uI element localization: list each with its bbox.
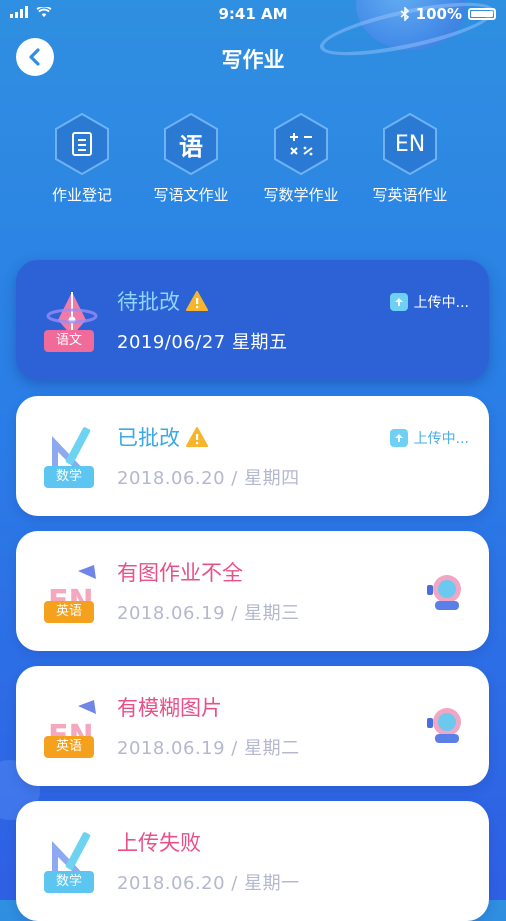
subject-badge: 数学 bbox=[44, 871, 94, 893]
homework-card[interactable]: 语文 待批改 2019/06/27 星期五 上传中... bbox=[16, 260, 489, 380]
warning-icon bbox=[186, 291, 208, 311]
card-date: 2018.06.20 / 星期四 bbox=[117, 468, 300, 489]
shortcut-label: 写英语作业 bbox=[372, 186, 448, 204]
homework-card[interactable]: 数学 已批改 2018.06.20 / 星期四 上传中... bbox=[16, 396, 489, 516]
battery-icon bbox=[468, 8, 496, 20]
homework-card[interactable]: 数学 上传失败 2018.06.20 / 星期一 bbox=[16, 801, 489, 921]
upload-status-text: 上传中... bbox=[413, 295, 469, 311]
card-title: 有模糊图片 bbox=[117, 696, 222, 720]
card-date: 2018.06.19 / 星期二 bbox=[117, 738, 300, 759]
document-icon bbox=[72, 132, 92, 156]
upload-status: 上传中... bbox=[389, 428, 469, 448]
card-date: 2019/06/27 星期五 bbox=[117, 332, 288, 353]
card-date: 2018.06.19 / 星期三 bbox=[117, 603, 300, 624]
subject-badge: 数学 bbox=[44, 466, 94, 488]
subject-badge: 英语 bbox=[44, 601, 94, 623]
card-title: 待批改 bbox=[117, 290, 180, 314]
shortcut-label: 作业登记 bbox=[51, 186, 112, 204]
shortcut-math[interactable]: 写数学作业 bbox=[241, 112, 361, 205]
subject-badge: 语文 bbox=[44, 330, 94, 352]
page-title: 写作业 bbox=[221, 48, 285, 72]
homework-card[interactable]: EN 英语 有模糊图片 2018.06.19 / 星期二 bbox=[16, 666, 489, 786]
card-title: 上传失败 bbox=[117, 831, 201, 855]
upload-icon bbox=[389, 293, 408, 311]
battery-percent: 100% bbox=[415, 5, 462, 23]
english-icon: EN bbox=[394, 131, 426, 157]
card-title: 已批改 bbox=[117, 426, 180, 450]
subject-badge: 英语 bbox=[44, 736, 94, 758]
bluetooth-icon bbox=[400, 7, 409, 21]
nav-bar: 写作业 bbox=[0, 34, 506, 80]
chinese-icon: 语 bbox=[179, 132, 203, 161]
shortcut-label: 写语文作业 bbox=[153, 186, 229, 204]
upload-status-text: 上传中... bbox=[413, 431, 469, 447]
robot-icon bbox=[427, 575, 461, 610]
card-date: 2018.06.20 / 星期一 bbox=[117, 873, 300, 894]
homework-card[interactable]: EN 英语 有图作业不全 2018.06.19 / 星期三 bbox=[16, 531, 489, 651]
robot-icon bbox=[427, 708, 461, 743]
status-bar: 9:41 AM 100% bbox=[0, 0, 506, 28]
shortcut-bar: 作业登记 语 写语文作业 写数学作业 EN 写英语作业 bbox=[0, 112, 506, 212]
shortcut-homework-register[interactable]: 作业登记 bbox=[22, 112, 142, 205]
upload-status: 上传中... bbox=[389, 292, 469, 312]
upload-icon bbox=[389, 429, 408, 447]
shortcut-label: 写数学作业 bbox=[263, 186, 339, 204]
warning-icon bbox=[186, 427, 208, 447]
shortcut-chinese[interactable]: 语 写语文作业 bbox=[131, 112, 251, 205]
math-icon bbox=[290, 133, 313, 156]
card-title: 有图作业不全 bbox=[117, 561, 243, 585]
shortcut-english[interactable]: EN 写英语作业 bbox=[350, 112, 470, 205]
